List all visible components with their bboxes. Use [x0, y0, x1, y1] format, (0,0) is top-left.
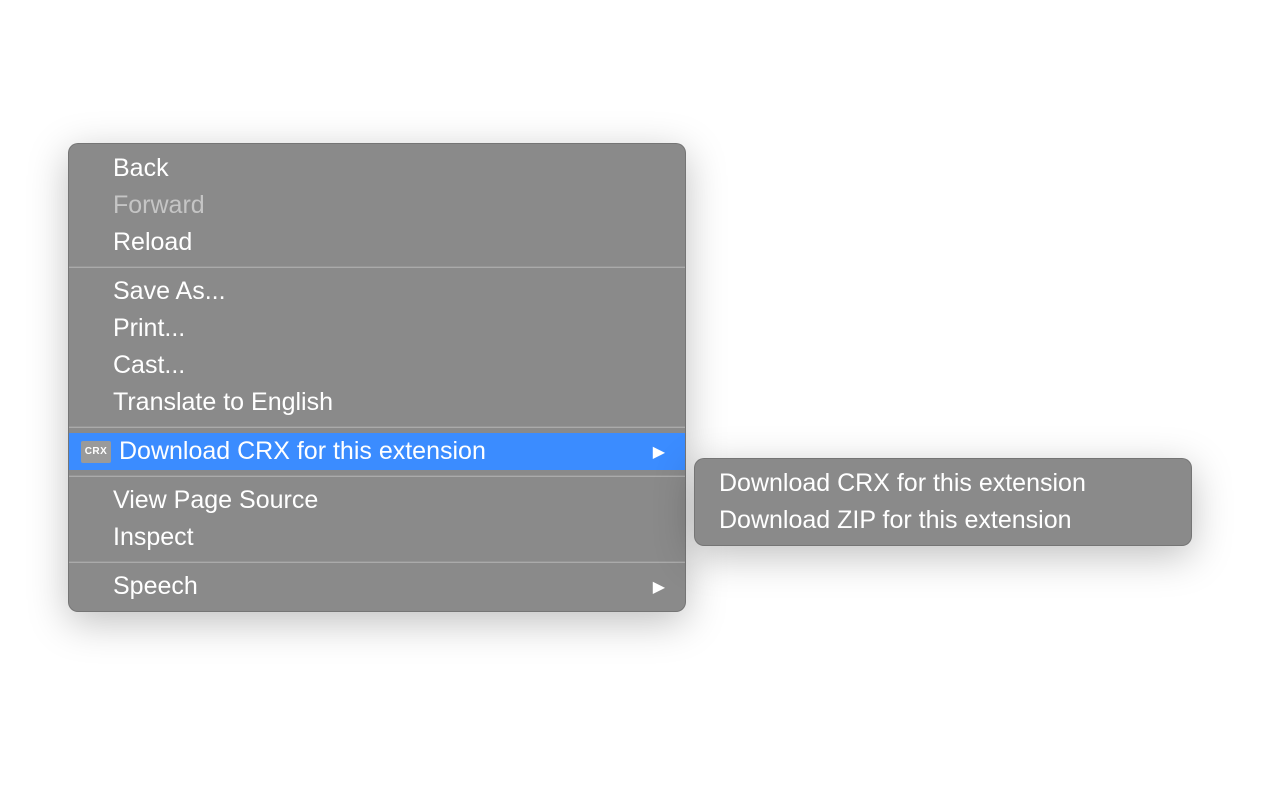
menu-label: Download CRX for this extension [719, 469, 1173, 498]
submenu-item-download-crx[interactable]: Download CRX for this extension [695, 465, 1191, 502]
submenu-item-download-zip[interactable]: Download ZIP for this extension [695, 502, 1191, 539]
menu-label: Inspect [113, 523, 667, 552]
menu-item-download-crx[interactable]: CRX Download CRX for this extension ▶ [69, 433, 685, 470]
menu-label: Save As... [113, 277, 667, 306]
menu-item-speech[interactable]: Speech ▶ [69, 568, 685, 605]
menu-item-reload[interactable]: Reload [69, 224, 685, 261]
menu-item-view-source[interactable]: View Page Source [69, 482, 685, 519]
menu-label: Print... [113, 314, 667, 343]
menu-item-print[interactable]: Print... [69, 310, 685, 347]
menu-separator [69, 266, 685, 268]
menu-label: Download ZIP for this extension [719, 506, 1173, 535]
menu-separator [69, 475, 685, 477]
menu-separator [69, 426, 685, 428]
context-menu[interactable]: Back Forward Reload Save As... Print... … [68, 143, 686, 612]
submenu-arrow-icon: ▶ [653, 442, 667, 462]
menu-label: Forward [113, 191, 667, 220]
menu-label: Reload [113, 228, 667, 257]
menu-separator [69, 561, 685, 563]
menu-item-back[interactable]: Back [69, 150, 685, 187]
menu-label: Cast... [113, 351, 667, 380]
crx-icon: CRX [81, 441, 111, 463]
menu-item-save-as[interactable]: Save As... [69, 273, 685, 310]
submenu-arrow-icon: ▶ [653, 577, 667, 597]
menu-label: Download CRX for this extension [119, 437, 653, 466]
menu-label: Speech [113, 572, 653, 601]
menu-item-cast[interactable]: Cast... [69, 347, 685, 384]
menu-label: Translate to English [113, 388, 667, 417]
context-submenu[interactable]: Download CRX for this extension Download… [694, 458, 1192, 546]
menu-item-inspect[interactable]: Inspect [69, 519, 685, 556]
menu-label: View Page Source [113, 486, 667, 515]
menu-label: Back [113, 154, 667, 183]
menu-item-translate[interactable]: Translate to English [69, 384, 685, 421]
menu-item-forward: Forward [69, 187, 685, 224]
